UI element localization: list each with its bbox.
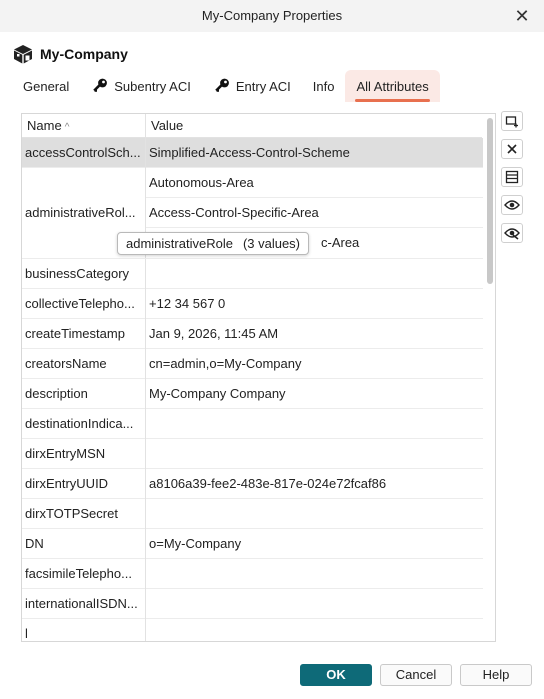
title-bar: My-Company Properties ✕ <box>0 0 544 32</box>
close-icon[interactable]: ✕ <box>512 6 532 26</box>
value-toolbar <box>501 111 523 251</box>
tab-strip: General Subentry ACI Entry ACI Info All … <box>12 70 440 102</box>
add-value-icon <box>505 116 518 128</box>
table-row[interactable]: collectiveTelepho... +12 34 567 0 <box>22 289 483 319</box>
table-row[interactable]: createTimestamp Jan 9, 2026, 11:45 AM <box>22 319 483 349</box>
hide-icon <box>504 228 520 240</box>
attribute-value: Jan 9, 2026, 11:45 AM <box>149 326 279 341</box>
tab-general[interactable]: General <box>12 70 80 102</box>
ok-button[interactable]: OK <box>300 664 372 686</box>
tooltip-attribute: administrativeRole <box>126 236 233 251</box>
table-row[interactable]: dirxEntryMSN <box>22 439 483 469</box>
attribute-name: l <box>22 619 146 641</box>
attribute-value: cn=admin,o=My-Company <box>149 356 302 371</box>
dialog-footer: OK Cancel Help <box>0 664 544 688</box>
cube-icon <box>14 45 32 64</box>
table-row[interactable]: creatorsName cn=admin,o=My-Company <box>22 349 483 379</box>
attribute-name: dirxEntryMSN <box>22 439 146 469</box>
attribute-value: Simplified-Access-Control-Scheme <box>149 145 350 160</box>
attribute-name: destinationIndica... <box>22 409 146 439</box>
attribute-name: dirxEntryUUID <box>22 469 146 499</box>
column-label: Name <box>27 118 62 133</box>
vertical-scrollbar[interactable] <box>484 114 495 641</box>
table-header: Name ^ Value <box>22 114 482 138</box>
tab-subentry-aci[interactable]: Subentry ACI <box>80 70 202 102</box>
column-label: Value <box>151 118 184 133</box>
attribute-value <box>146 589 483 619</box>
object-title: My-Company <box>40 46 128 62</box>
object-header: My-Company <box>12 42 128 66</box>
attribute-value <box>146 499 483 529</box>
help-button[interactable]: Help <box>460 664 532 686</box>
tab-all-attributes[interactable]: All Attributes <box>345 70 440 102</box>
attribute-value: Access-Control-Specific-Area <box>146 198 483 228</box>
attribute-value: +12 34 567 0 <box>149 296 226 311</box>
attribute-name: accessControlSch... <box>22 138 146 168</box>
tab-label: Info <box>312 78 335 94</box>
sort-ascending-icon: ^ <box>64 122 70 133</box>
tab-info[interactable]: Info <box>302 70 346 102</box>
add-value-button[interactable] <box>501 111 523 131</box>
scrollbar-thumb[interactable] <box>487 118 493 284</box>
attribute-name: facsimileTelepho... <box>22 559 146 589</box>
table-row[interactable]: facsimileTelepho... <box>22 559 483 589</box>
attribute-value <box>146 409 483 439</box>
table-row[interactable]: destinationIndica... <box>22 409 483 439</box>
attribute-value: Autonomous-Area <box>146 168 483 198</box>
tooltip-value-count: (3 values) <box>242 236 301 251</box>
attribute-name: dirxTOTPSecret <box>22 499 146 529</box>
tab-label: Entry ACI <box>235 78 291 94</box>
table-row[interactable]: description My-Company Company <box>22 379 483 409</box>
tab-label: Subentry ACI <box>114 78 191 94</box>
key-icon <box>215 78 229 92</box>
attribute-name: businessCategory <box>22 259 146 289</box>
attribute-value <box>146 619 483 641</box>
tab-label: General <box>23 78 70 94</box>
tab-entry-aci[interactable]: Entry ACI <box>202 70 302 102</box>
table-row[interactable]: DN o=My-Company <box>22 529 483 559</box>
attribute-name: createTimestamp <box>22 319 146 349</box>
column-header-name[interactable]: Name ^ <box>22 114 146 138</box>
hide-value-button[interactable] <box>501 223 523 243</box>
show-value-button[interactable] <box>501 195 523 215</box>
table-row[interactable]: dirxEntryUUID a8106a39-fee2-483e-817e-024… <box>22 469 483 499</box>
delete-value-button[interactable] <box>501 139 523 159</box>
window-title: My-Company Properties <box>201 8 343 23</box>
table-row[interactable]: dirxTOTPSecret <box>22 499 483 529</box>
attribute-name: collectiveTelepho... <box>22 289 146 319</box>
tab-label: All Attributes <box>356 78 429 94</box>
table-row[interactable]: internationalISDN... <box>22 589 483 619</box>
key-icon <box>93 78 108 92</box>
delete-icon <box>507 144 517 154</box>
cancel-button[interactable]: Cancel <box>380 664 452 686</box>
show-icon <box>504 200 520 210</box>
attribute-value: My-Company Company <box>149 386 286 401</box>
column-header-value[interactable]: Value <box>146 114 482 138</box>
attribute-name: DN <box>22 529 146 559</box>
table-row[interactable]: accessControlSch... Simplified-Access-Co… <box>22 138 483 168</box>
attribute-value: a8106a39-fee2-483e-817e-024e72fcaf86 <box>149 476 387 491</box>
attribute-value <box>146 439 483 469</box>
attribute-value: o=My-Company <box>149 536 242 551</box>
attribute-value <box>146 559 483 589</box>
edit-list-icon <box>505 170 519 184</box>
attributes-table: Name ^ Value accessControlSch... Simplifi… <box>21 113 496 642</box>
table-body: accessControlSch... Simplified-Access-Co… <box>22 138 483 641</box>
tooltip: administrativeRole (3 values) <box>117 232 310 255</box>
attribute-value <box>146 259 483 289</box>
table-row[interactable]: l <box>22 619 483 641</box>
attribute-name: creatorsName <box>22 349 146 379</box>
edit-list-button[interactable] <box>501 167 523 187</box>
attribute-name: internationalISDN... <box>22 589 146 619</box>
table-row[interactable]: businessCategory <box>22 259 483 289</box>
attribute-name: description <box>22 379 146 409</box>
